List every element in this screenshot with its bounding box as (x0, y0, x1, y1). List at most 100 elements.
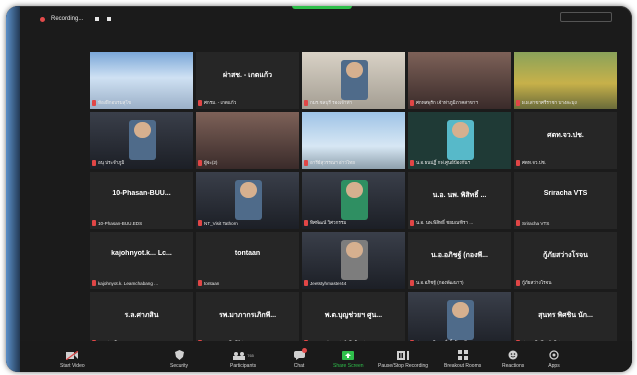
participant-name: กู้ภัยสว่างโรจน (522, 279, 552, 285)
participant-caption: ทิศพัฒน์ วิศวกรรม (304, 219, 403, 227)
participant-tile[interactable]: ทิศพัฒน์ วิศวกรรม (302, 172, 405, 229)
participant-caption: NT_Visit Tathorn (198, 219, 297, 227)
participant-name: น.อ. นพ.พิสิทธิ์ ชยมณฑิรา ... (416, 219, 474, 225)
video-off-icon (66, 350, 79, 360)
participant-name: ผ.ผ.สาขาศรีราชา บางละมุง (522, 99, 577, 105)
participant-tile[interactable]: Jeetstyhmaster44 (302, 232, 405, 289)
participant-name: Sriracha VTS (522, 220, 550, 226)
meeting-toolbar: Start Video Security 765 Participants Ch… (20, 341, 632, 372)
participant-display-name: ผ่าสช. - เกตแก้ว (222, 72, 273, 79)
muted-mic-icon (516, 280, 520, 286)
participant-caption: กู้ภัยสว่างโรจน (516, 279, 615, 287)
muted-mic-icon (410, 100, 414, 106)
muted-mic-icon (410, 280, 414, 286)
participant-caption: 10-Phasan-BUU.EDS (92, 219, 191, 227)
start-video-button[interactable]: Start Video (60, 350, 85, 369)
participant-caption: ผู้จะ(2) (198, 159, 297, 167)
apps-icon (548, 350, 560, 360)
participant-tile[interactable]: ศตท.จว.ปช. ศตท.จว.ปช. (514, 112, 617, 169)
chat-icon (293, 348, 307, 360)
view-toggle[interactable] (560, 12, 612, 22)
participant-name: น.อ.ธนปฏิ์ กฟ.ศูนย์ป้องกันฯ (416, 159, 471, 165)
recording-dot-icon (40, 16, 45, 22)
participant-name: NT_Visit Tathorn (204, 220, 238, 226)
participant-tile[interactable]: NT_Visit Tathorn (196, 172, 299, 229)
participant-caption: ศกรม. - เกตแก้ว (198, 99, 297, 107)
participant-caption: ห้องฝึกอบรมสุโข (92, 99, 191, 107)
participant-name: Jeetstyhmaster44 (310, 280, 347, 286)
share-screen-button[interactable]: Share Screen (333, 350, 364, 369)
participant-tile[interactable]: กู้ภัยสว่างโรจน กู้ภัยสว่างโรจน (514, 232, 617, 289)
participant-tile[interactable]: กมร.ชลบุรี รองเจ้าท่า (302, 52, 405, 109)
pause-stop-icon (397, 350, 410, 360)
participant-tile[interactable]: น.อ.ธนปฏิ์ กฟ.ศูนย์ป้องกันฯ (408, 112, 511, 169)
muted-mic-icon (304, 160, 308, 166)
share-screen-icon (342, 350, 355, 360)
pause-recording-icon[interactable] (95, 17, 100, 21)
participant-caption: น.อ.อภิชฐ์ (กองพัฒนาฯ) (410, 279, 509, 287)
participant-display-name: ศตท.จว.ปช. (547, 132, 584, 139)
muted-mic-icon (92, 160, 96, 166)
muted-mic-icon (516, 100, 520, 106)
muted-mic-icon (516, 220, 520, 226)
participant-caption: ศตท.จว.ปช. (516, 159, 615, 167)
meeting-topbar: Recording... (20, 6, 632, 32)
participants-count: 765 (247, 352, 254, 358)
participant-tile[interactable]: ผ่าสช. - เกตแก้วศกรม. - เกตแก้ว (196, 52, 299, 109)
participant-name: อนุ ประจำภูมิ (98, 159, 125, 165)
participant-tile[interactable]: ผ.ผ.สาขาศรีราชา บางละมุง (514, 52, 617, 109)
muted-mic-icon (198, 280, 202, 286)
participant-name: 10-Phasan-BUU.EDS (98, 220, 143, 226)
participant-tile[interactable]: น.อ.อภิชฐ์ (กองพี... น.อ.อภิชฐ์ (กองพัฒนา… (408, 232, 511, 289)
participant-display-name: น.อ.อภิชฐ์ (กองพี... (431, 252, 488, 259)
participant-caption: น.อ. นพ.พิสิทธิ์ ชยมณฑิรา ... (410, 219, 509, 227)
participant-caption: Jeetstyhmaster44 (304, 279, 403, 287)
participant-tile[interactable]: kajohnyot.k... Lc... kajohnyot.k. Leamcha… (90, 232, 193, 289)
participant-display-name: ร.ล.ศาภสิน (124, 312, 159, 319)
participant-tile[interactable]: ห้องฝึกอบรมสุโข (90, 52, 193, 109)
reactions-button[interactable]: Reactions (502, 350, 524, 369)
muted-mic-icon (92, 100, 96, 106)
participant-name: ผู้จะ(2) (204, 159, 218, 165)
muted-mic-icon (304, 100, 308, 106)
participant-display-name: kajohnyot.k... Lc... (111, 250, 172, 257)
participant-display-name: 10-Phasan-BUU... (112, 190, 171, 197)
security-button[interactable]: Security (170, 350, 188, 369)
muted-mic-icon (92, 280, 96, 286)
participant-name: ศกทสพุรัก เจ้าท่าภูมิภาคสาขาฯ (416, 99, 478, 105)
participant-display-name: รพ.มาภากรเภิกพี... (218, 312, 277, 319)
participant-tile[interactable]: อารีย์สุวรรณฯ อ่าวไทย (302, 112, 405, 169)
participant-name: ห้องฝึกอบรมสุโข (98, 99, 132, 105)
apps-button[interactable]: Apps (548, 350, 560, 369)
participant-tile[interactable]: ศกทสพุรัก เจ้าท่าภูมิภาคสาขาฯ (408, 52, 511, 109)
participant-name: ทิศพัฒน์ วิศวกรรม (310, 219, 347, 225)
participant-tile[interactable]: Sriracha VTS Sriracha VTS (514, 172, 617, 229)
participant-name: น.อ.อภิชฐ์ (กองพัฒนาฯ) (416, 279, 464, 285)
chat-button[interactable]: Chat (293, 348, 307, 369)
breakout-rooms-button[interactable]: Breakout Rooms (444, 350, 481, 369)
participant-caption: ศกทสพุรัก เจ้าท่าภูมิภาคสาขาฯ (410, 99, 509, 107)
recording-label: Recording... (51, 16, 84, 22)
participant-tile[interactable]: tontaan tontaan (196, 232, 299, 289)
participant-display-name: Sriracha VTS (543, 190, 588, 197)
participant-caption: kajohnyot.k. Leamchabang ... (92, 279, 191, 287)
participant-name: tontaan (204, 280, 220, 286)
participant-tile[interactable]: น.อ. นพ. พิสิทธิ์ ... น.อ. นพ.พิสิทธิ์ ชย… (408, 172, 511, 229)
participant-name: ศกรม. - เกตแก้ว (204, 99, 237, 105)
muted-mic-icon (198, 100, 202, 106)
participant-caption: อารีย์สุวรรณฯ อ่าวไทย (304, 159, 403, 167)
stop-recording-icon[interactable] (107, 17, 112, 21)
participant-tile[interactable]: 10-Phasan-BUU... 10-Phasan-BUU.EDS (90, 172, 193, 229)
participant-tile[interactable]: อนุ ประจำภูมิ (90, 112, 193, 169)
participant-caption: กมร.ชลบุรี รองเจ้าท่า (304, 99, 403, 107)
participant-caption: น.อ.ธนปฏิ์ กฟ.ศูนย์ป้องกันฯ (410, 159, 509, 167)
pause-stop-recording-button[interactable]: Pause/Stop Recording (378, 350, 428, 369)
muted-mic-icon (304, 220, 308, 226)
participants-button[interactable]: 765 Participants (230, 350, 256, 369)
muted-mic-icon (198, 160, 202, 166)
gallery-grid: ห้องฝึกอบรมสุโข ผ่าสช. - เกตแก้วศกรม. - เ… (90, 52, 617, 349)
participants-icon: 765 (230, 350, 256, 360)
participant-caption: อนุ ประจำภูมิ (92, 159, 191, 167)
participant-tile[interactable]: ผู้จะ(2) (196, 112, 299, 169)
participant-display-name: กู้ภัยสว่างโรจน (543, 252, 588, 259)
